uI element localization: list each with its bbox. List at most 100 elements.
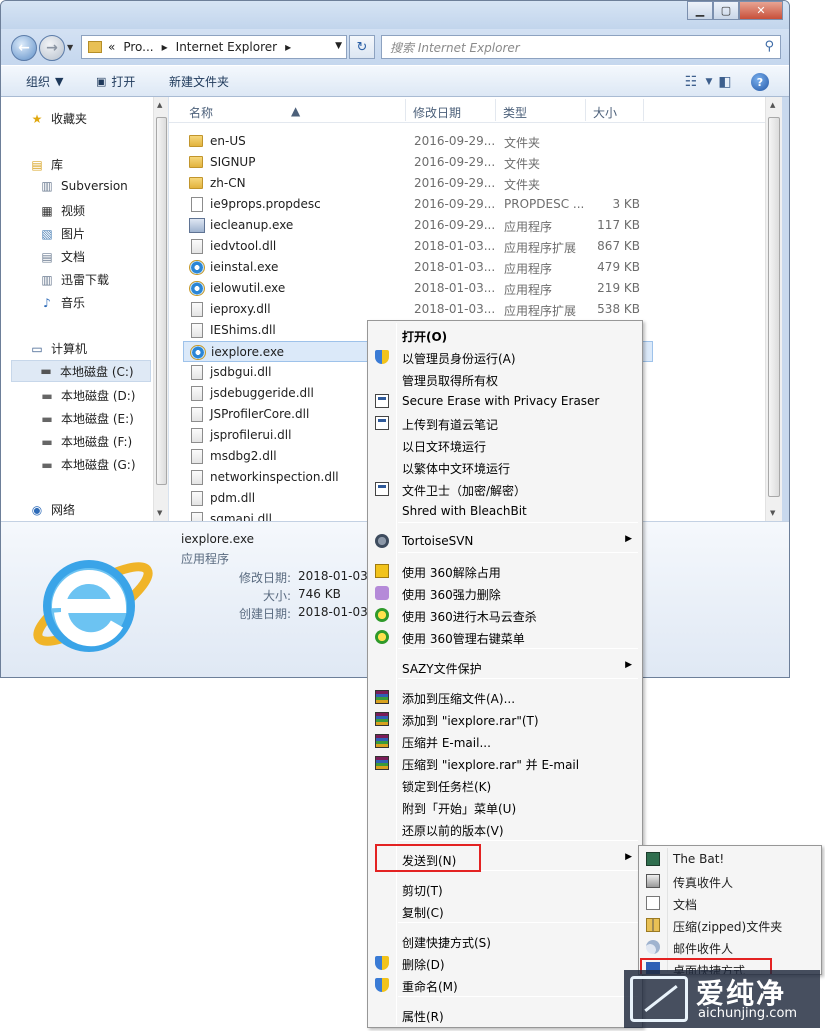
context-menu-item[interactable]: 使用 360强力删除 <box>370 582 640 604</box>
file-name: iedvtool.dll <box>210 239 277 253</box>
context-menu-item[interactable]: 文件卫士（加密/解密） <box>370 478 640 500</box>
organize-button[interactable]: 组织 ▼ <box>26 73 68 90</box>
file-row[interactable]: ielowutil.exe 2018-01-03... 应用程序 219 KB <box>183 278 653 299</box>
file-row[interactable]: ieinstal.exe 2018-01-03... 应用程序 479 KB <box>183 257 653 278</box>
nav-library-downloads[interactable]: ▥ 迅雷下载 <box>39 271 109 288</box>
maximize-button[interactable]: ▢ <box>713 1 739 20</box>
column-name[interactable]: 名称 <box>189 104 213 121</box>
search-icon[interactable]: ⚲ <box>764 39 774 54</box>
column-type[interactable]: 类型 <box>503 104 527 121</box>
context-menu-item[interactable]: 创建快捷方式(S) <box>370 930 640 952</box>
file-row[interactable]: ieproxy.dll 2018-01-03... 应用程序扩展 538 KB <box>183 299 653 320</box>
file-row[interactable]: zh-CN 2016-09-29... 文件夹 <box>183 173 653 194</box>
context-menu-item[interactable]: 压缩到 "iexplore.rar" 并 E-mail <box>370 752 640 774</box>
help-icon[interactable]: ? <box>751 73 769 91</box>
detail-modified-value[interactable]: 2018-01-03 <box>298 569 368 583</box>
context-menu-item[interactable]: 删除(D) <box>370 952 640 974</box>
scroll-up-icon[interactable]: ▲ <box>157 101 162 109</box>
context-menu-item[interactable]: 重命名(M) <box>370 974 640 996</box>
search-input[interactable]: 搜索 Internet Explorer ⚲ <box>381 35 781 59</box>
column-size[interactable]: 大小 <box>593 104 617 121</box>
send-to-item[interactable]: 压缩(zipped)文件夹 <box>641 914 821 936</box>
dll-icon <box>191 323 203 338</box>
nav-library-subversion[interactable]: ▥ Subversion <box>39 179 127 193</box>
column-divider[interactable] <box>585 99 586 121</box>
scroll-up-icon[interactable]: ▲ <box>770 101 775 109</box>
context-menu-item[interactable]: Secure Erase with Privacy Eraser <box>370 390 640 412</box>
nav-libraries[interactable]: ▤ 库 <box>29 156 63 173</box>
context-menu-item[interactable]: 使用 360解除占用 <box>370 560 640 582</box>
context-menu-item[interactable]: 添加到压缩文件(A)... <box>370 686 640 708</box>
column-divider[interactable] <box>643 99 644 121</box>
context-menu-item[interactable]: 管理员取得所有权 <box>370 368 640 390</box>
file-list-scroll-thumb[interactable] <box>768 117 780 497</box>
file-row[interactable]: iecleanup.exe 2016-09-29... 应用程序 117 KB <box>183 215 653 236</box>
nav-drive-c[interactable]: ▬ 本地磁盘 (C:) <box>11 360 151 382</box>
minimize-button[interactable]: ▁ <box>687 1 713 20</box>
refresh-button[interactable]: ↻ <box>349 35 375 59</box>
new-folder-button[interactable]: 新建文件夹 <box>169 73 229 90</box>
nav-computer[interactable]: ▭ 计算机 <box>29 340 87 357</box>
address-chevron[interactable]: « <box>108 40 115 54</box>
context-menu-item[interactable]: 附到「开始」菜单(U) <box>370 796 640 818</box>
detail-modified-label: 修改日期: <box>238 571 291 585</box>
send-to-item[interactable]: 文档 <box>641 892 821 914</box>
nav-drive-e[interactable]: ▬ 本地磁盘 (E:) <box>39 410 133 427</box>
context-menu-item[interactable]: 上传到有道云笔记 <box>370 412 640 434</box>
chevron-down-icon[interactable]: ▼ <box>335 41 342 51</box>
nav-library-music[interactable]: ♪ 音乐 <box>39 294 85 311</box>
nav-network[interactable]: ◉ 网络 <box>29 501 75 518</box>
recent-pages-dropdown[interactable]: ▼ <box>67 43 73 52</box>
nav-library-pictures[interactable]: ▧ 图片 <box>39 225 85 242</box>
file-row[interactable]: iedvtool.dll 2018-01-03... 应用程序扩展 867 KB <box>183 236 653 257</box>
send-to-item[interactable]: 传真收件人 <box>641 870 821 892</box>
address-bar[interactable]: « Pro... ▸ Internet Explorer ▸ ▼ <box>81 35 347 59</box>
preview-pane-icon[interactable]: ◧ <box>715 72 735 92</box>
send-to-item[interactable]: The Bat! <box>641 848 821 870</box>
column-divider[interactable] <box>495 99 496 121</box>
context-menu-item[interactable]: 使用 360进行木马云查杀 <box>370 604 640 626</box>
nav-scroll-thumb[interactable] <box>156 117 167 485</box>
context-menu-item[interactable]: 使用 360管理右键菜单 <box>370 626 640 648</box>
context-menu-item[interactable]: 以日文环境运行 <box>370 434 640 456</box>
scroll-down-icon[interactable]: ▼ <box>770 509 775 517</box>
nav-drive-g[interactable]: ▬ 本地磁盘 (G:) <box>39 456 135 473</box>
context-menu-item[interactable]: TortoiseSVN ▶ <box>370 530 640 552</box>
nav-favorites[interactable]: ★ 收藏夹 <box>29 110 87 127</box>
context-menu-item[interactable]: 打开(O) <box>370 324 640 346</box>
context-menu-item[interactable]: 剪切(T) <box>370 878 640 900</box>
context-menu-item[interactable]: 锁定到任务栏(K) <box>370 774 640 796</box>
context-menu-item[interactable]: 以繁体中文环境运行 <box>370 456 640 478</box>
file-row[interactable]: en-US 2016-09-29... 文件夹 <box>183 131 653 152</box>
file-list-scrollbar[interactable]: ▲ ▼ <box>765 97 782 521</box>
breadcrumb-arrow-icon[interactable]: ▸ <box>162 40 168 54</box>
context-menu-item[interactable]: Shred with BleachBit <box>370 500 640 522</box>
nav-library-documents[interactable]: ▤ 文档 <box>39 248 85 265</box>
nav-drive-f[interactable]: ▬ 本地磁盘 (F:) <box>39 433 132 450</box>
detail-created-value[interactable]: 2018-01-03 <box>298 605 368 619</box>
context-menu-item[interactable]: 以管理员身份运行(A) <box>370 346 640 368</box>
file-row[interactable]: ie9props.propdesc 2016-09-29... PROPDESC .… <box>183 194 653 215</box>
context-menu-item[interactable]: SAZY文件保护 ▶ <box>370 656 640 678</box>
close-button[interactable]: ✕ <box>739 1 783 20</box>
column-date[interactable]: 修改日期 <box>413 104 461 121</box>
breadcrumb-segment[interactable]: Pro... <box>123 40 153 54</box>
context-menu-item[interactable]: 还原以前的版本(V) <box>370 818 640 840</box>
context-menu-item[interactable]: 添加到 "iexplore.rar"(T) <box>370 708 640 730</box>
breadcrumb-segment[interactable]: Internet Explorer <box>176 40 277 54</box>
forward-button[interactable]: → <box>39 35 65 61</box>
nav-scrollbar[interactable]: ▲ ▼ <box>153 97 168 521</box>
send-to-item[interactable]: 邮件收件人 <box>641 936 821 958</box>
nav-drive-d[interactable]: ▬ 本地磁盘 (D:) <box>39 387 135 404</box>
context-menu-item[interactable]: 压缩并 E-mail... <box>370 730 640 752</box>
back-button[interactable]: ← <box>11 35 37 61</box>
scroll-down-icon[interactable]: ▼ <box>157 509 162 517</box>
file-row[interactable]: SIGNUP 2016-09-29... 文件夹 <box>183 152 653 173</box>
view-options-icon[interactable]: ☷ <box>681 72 701 92</box>
open-button[interactable]: ▣ 打开 <box>96 73 135 90</box>
context-menu-item[interactable]: 复制(C) <box>370 900 640 922</box>
breadcrumb-arrow-icon[interactable]: ▸ <box>285 40 291 54</box>
column-divider[interactable] <box>405 99 406 121</box>
nav-library-videos[interactable]: ▦ 视频 <box>39 202 85 219</box>
context-menu-item[interactable]: 属性(R) <box>370 1004 640 1026</box>
